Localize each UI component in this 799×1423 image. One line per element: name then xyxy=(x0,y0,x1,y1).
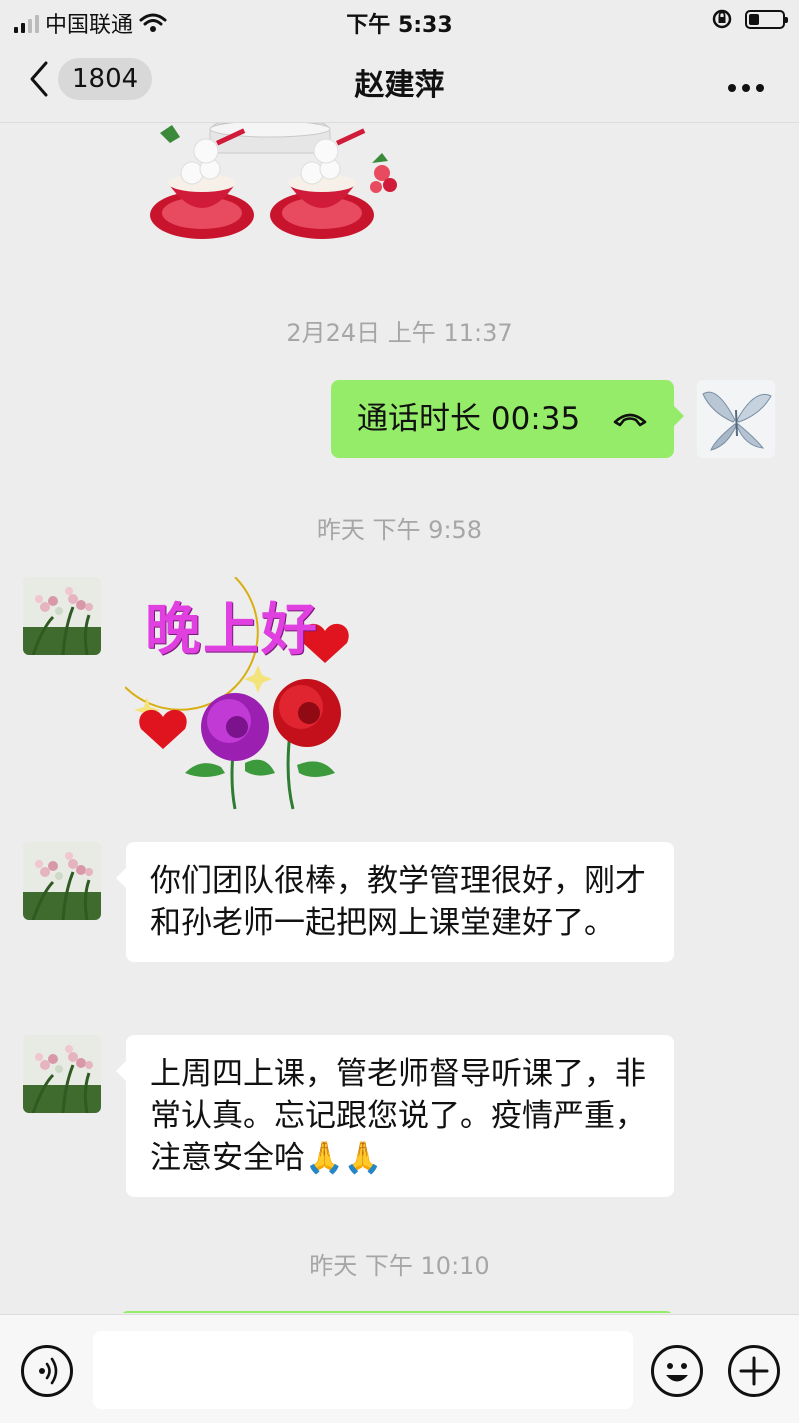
plus-icon xyxy=(739,1356,769,1386)
timestamp: 昨天 下午 9:58 xyxy=(316,516,483,544)
message-bubble[interactable]: 上周四上课，管老师督导听课了，非常认真。忘记跟您说了。疫情严重，注意安全哈🙏🙏 xyxy=(116,1035,674,1197)
flower-avatar-image xyxy=(23,577,101,655)
emoji-button[interactable] xyxy=(651,1345,703,1397)
call-record-bubble[interactable]: 通话时长 00:35 xyxy=(331,380,684,458)
emoji-icon xyxy=(666,1363,688,1382)
message-text: 你们团队很棒，教学管理很好，刚才和孙老师一起把网上课堂建好了。 xyxy=(150,863,646,941)
input-bar xyxy=(0,1314,799,1423)
butterfly-avatar-image xyxy=(697,380,775,458)
my-avatar[interactable] xyxy=(697,380,775,458)
flower-avatar-image xyxy=(23,842,101,920)
status-bar: 中国联通 下午 5:33 xyxy=(0,0,799,40)
chat-title: 赵建萍 xyxy=(354,68,445,103)
more-button[interactable] xyxy=(727,66,765,101)
orientation-lock-icon xyxy=(712,9,732,29)
phone-hangup-icon xyxy=(613,413,647,427)
status-right xyxy=(711,8,788,30)
plus-button[interactable] xyxy=(728,1345,780,1397)
sticker-greeting-text: 晚上好 xyxy=(145,597,319,663)
nav-bar: 1804 赵建萍 xyxy=(0,44,799,123)
contact-avatar[interactable] xyxy=(23,1035,101,1113)
battery-icon xyxy=(745,9,788,29)
message-bubble[interactable]: 你们团队很棒，教学管理很好，刚才和孙老师一起把网上课堂建好了。 xyxy=(116,842,674,962)
contact-avatar[interactable] xyxy=(23,842,101,920)
partial-message-bubble[interactable] xyxy=(120,1311,674,1313)
message-input[interactable] xyxy=(93,1331,633,1409)
sticker-tangyuan[interactable] xyxy=(150,123,410,245)
chat-area[interactable]: 2月24日 上午 11:37 通话时长 00:35 昨天 下午 9:58 晚上好… xyxy=(0,123,799,1313)
voice-icon xyxy=(39,1357,58,1385)
flower-avatar-image xyxy=(23,1035,101,1113)
voice-button[interactable] xyxy=(21,1345,73,1397)
contact-avatar[interactable] xyxy=(23,577,101,655)
timestamp: 2月24日 上午 11:37 xyxy=(286,319,513,347)
message-text: 上周四上课，管老师督导听课了，非常认真。忘记跟您说了。疫情严重，注意安全哈🙏🙏 xyxy=(150,1056,646,1176)
timestamp: 昨天 下午 10:10 xyxy=(309,1252,490,1280)
call-duration-text: 通话时长 00:35 xyxy=(357,401,581,437)
sticker-good-evening[interactable]: 晚上好 xyxy=(125,577,355,812)
more-icon xyxy=(728,84,764,92)
status-time: 下午 5:33 xyxy=(346,13,453,38)
